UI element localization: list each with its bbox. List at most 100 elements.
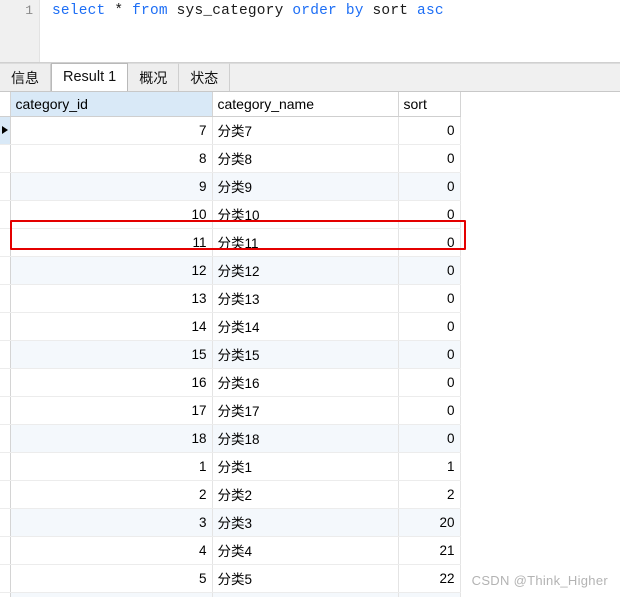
cell-sort[interactable]: 22 — [398, 564, 461, 593]
cell-sort[interactable]: 0 — [398, 256, 461, 285]
cell-sort[interactable]: 0 — [398, 396, 461, 425]
cell-category-name[interactable]: 分类8 — [212, 144, 399, 173]
row-selector-cell[interactable] — [0, 564, 11, 593]
cell-category-id[interactable]: 2 — [10, 480, 213, 509]
cell-category-name[interactable]: 分类11 — [212, 228, 399, 257]
cell-category-name[interactable]: 分类12 — [212, 256, 399, 285]
row-selector-cell[interactable] — [0, 480, 11, 509]
cell-category-name[interactable]: 分类4 — [212, 536, 399, 565]
cell-sort[interactable]: 0 — [398, 284, 461, 313]
tab-4[interactable]: 状态 — [179, 63, 231, 91]
cell-category-name[interactable]: 分类7 — [212, 116, 399, 145]
cell-sort[interactable]: 0 — [398, 172, 461, 201]
tab-3[interactable]: 概况 — [128, 63, 180, 91]
table-row[interactable]: 10 分类10 0 — [0, 200, 461, 229]
table-row[interactable]: 12 分类12 0 — [0, 256, 461, 285]
cell-sort[interactable]: 0 — [398, 424, 461, 453]
row-selector-cell[interactable] — [0, 424, 11, 453]
cell-sort[interactable]: 21 — [398, 536, 461, 565]
row-selector-cell[interactable] — [0, 228, 11, 257]
result-table[interactable]: category_id category_name sort 7 分类7 0 8 分类8… — [0, 92, 461, 597]
cell-category-id[interactable]: 10 — [10, 200, 213, 229]
cell-category-id[interactable]: 3 — [10, 508, 213, 537]
cell-category-name[interactable]: 分类15 — [212, 340, 399, 369]
table-row[interactable]: 5 分类5 22 — [0, 564, 461, 593]
cell-category-id[interactable]: 6 — [10, 592, 213, 597]
column-header-category-id[interactable]: category_id — [10, 92, 213, 117]
cell-category-id[interactable]: 13 — [10, 284, 213, 313]
cell-category-name[interactable]: 分类17 — [212, 396, 399, 425]
cell-sort[interactable]: 20 — [398, 508, 461, 537]
row-selector-cell[interactable] — [0, 452, 11, 481]
cell-category-id[interactable]: 14 — [10, 312, 213, 341]
sql-statement-text[interactable]: select * from sys_category order by sort… — [52, 3, 444, 19]
cell-category-id[interactable]: 4 — [10, 536, 213, 565]
cell-category-id[interactable]: 9 — [10, 172, 213, 201]
tab-1[interactable]: 信息 — [0, 63, 51, 91]
table-row[interactable]: 7 分类7 0 — [0, 116, 461, 145]
cell-sort[interactable]: 0 — [398, 144, 461, 173]
cell-sort[interactable]: 0 — [398, 368, 461, 397]
cell-category-name[interactable]: 分类3 — [212, 508, 399, 537]
table-row[interactable]: 14 分类14 0 — [0, 312, 461, 341]
cell-category-name[interactable]: 分类18 — [212, 424, 399, 453]
table-body[interactable]: 7 分类7 0 8 分类8 0 9 分类9 0 10 分类10 0 11 分类11 0 12 分类12 0 13 分类… — [0, 116, 461, 597]
cell-category-name[interactable]: 分类14 — [212, 312, 399, 341]
table-row[interactable]: 2 分类2 2 — [0, 480, 461, 509]
column-header-category-name[interactable]: category_name — [212, 92, 399, 117]
table-row[interactable]: 9 分类9 0 — [0, 172, 461, 201]
cell-sort[interactable]: 23 — [398, 592, 461, 597]
cell-category-id[interactable]: 7 — [10, 116, 213, 145]
row-selector-cell[interactable] — [0, 144, 11, 173]
cell-category-id[interactable]: 15 — [10, 340, 213, 369]
table-row[interactable]: 18 分类18 0 — [0, 424, 461, 453]
row-selector-cell[interactable] — [0, 172, 11, 201]
row-selector-cell[interactable] — [0, 312, 11, 341]
cell-category-id[interactable]: 18 — [10, 424, 213, 453]
row-selector-cell[interactable] — [0, 256, 11, 285]
table-row[interactable]: 16 分类16 0 — [0, 368, 461, 397]
sql-editor-panel[interactable]: 1 select * from sys_category order by so… — [0, 0, 620, 63]
table-row[interactable]: 17 分类17 0 — [0, 396, 461, 425]
cell-sort[interactable]: 0 — [398, 312, 461, 341]
row-selector-cell[interactable] — [0, 284, 11, 313]
cell-sort[interactable]: 0 — [398, 116, 461, 145]
cell-sort[interactable]: 2 — [398, 480, 461, 509]
row-selector-cell[interactable] — [0, 340, 11, 369]
row-selector-cell[interactable] — [0, 508, 11, 537]
table-row[interactable]: 3 分类3 20 — [0, 508, 461, 537]
table-row[interactable]: 11 分类11 0 — [0, 228, 461, 257]
cell-category-id[interactable]: 8 — [10, 144, 213, 173]
row-selector-cell[interactable] — [0, 368, 11, 397]
table-row[interactable]: 13 分类13 0 — [0, 284, 461, 313]
cell-category-id[interactable]: 1 — [10, 452, 213, 481]
cell-category-name[interactable]: 分类2 — [212, 480, 399, 509]
cell-sort[interactable]: 0 — [398, 200, 461, 229]
tab-2[interactable]: Result 1 — [51, 63, 129, 91]
table-row[interactable]: 4 分类4 21 — [0, 536, 461, 565]
cell-category-name[interactable]: 分类5 — [212, 564, 399, 593]
cell-category-id[interactable]: 5 — [10, 564, 213, 593]
table-row[interactable]: 1 分类1 1 — [0, 452, 461, 481]
result-grid-panel[interactable]: category_id category_name sort 7 分类7 0 8 分类8… — [0, 92, 620, 597]
cell-category-id[interactable]: 16 — [10, 368, 213, 397]
table-row[interactable]: 6分类623 — [0, 592, 461, 597]
cell-category-name[interactable]: 分类1 — [212, 452, 399, 481]
cell-category-name[interactable]: 分类9 — [212, 172, 399, 201]
table-row[interactable]: 8 分类8 0 — [0, 144, 461, 173]
table-row[interactable]: 15 分类15 0 — [0, 340, 461, 369]
cell-sort[interactable]: 0 — [398, 228, 461, 257]
cell-category-name[interactable]: 分类13 — [212, 284, 399, 313]
cell-category-id[interactable]: 11 — [10, 228, 213, 257]
row-selector-cell[interactable] — [0, 116, 11, 145]
row-selector-cell[interactable] — [0, 592, 11, 597]
column-header-sort[interactable]: sort — [398, 92, 461, 117]
cell-sort[interactable]: 0 — [398, 340, 461, 369]
row-selector-cell[interactable] — [0, 200, 11, 229]
cell-category-name[interactable]: 分类6 — [212, 592, 399, 597]
cell-category-name[interactable]: 分类16 — [212, 368, 399, 397]
cell-category-id[interactable]: 17 — [10, 396, 213, 425]
row-selector-cell[interactable] — [0, 536, 11, 565]
cell-sort[interactable]: 1 — [398, 452, 461, 481]
row-selector-cell[interactable] — [0, 396, 11, 425]
